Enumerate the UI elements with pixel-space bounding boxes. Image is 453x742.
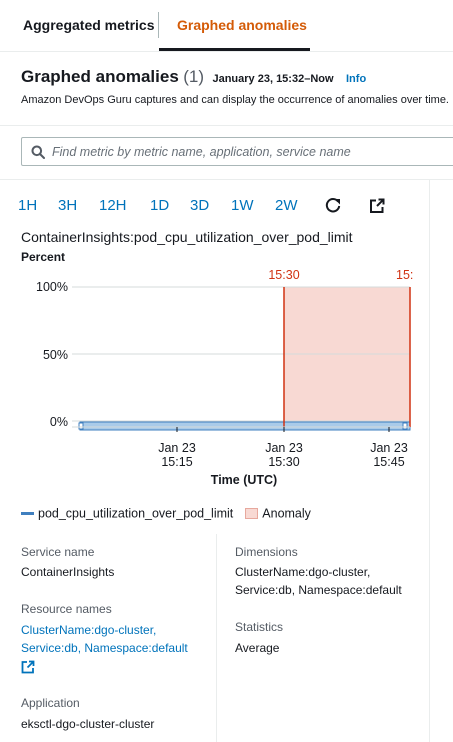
x-tick-label-date: Jan 23 [265,441,303,455]
dimensions-value: ClusterName:dgo-cluster, [235,565,371,579]
x-axis-label: Time (UTC) [211,473,277,487]
external-link-icon[interactable] [368,197,386,215]
application-label: Application [21,696,80,710]
title-row: Graphed anomalies (1) January 23, 15:32–… [21,67,366,87]
divider [0,125,453,126]
details-divider [216,534,217,742]
page-description: Amazon DevOps Guru captures and can disp… [21,94,449,106]
range-12h-button[interactable]: 12H [99,196,127,216]
resource-names-label: Resource names [21,602,112,616]
y-tick-label: 0% [50,415,68,429]
range-3h-button[interactable]: 3H [58,196,77,216]
y-tick-label: 100% [36,280,68,294]
range-1h-button[interactable]: 1H [18,196,37,216]
x-tick-label-date: Jan 23 [370,441,408,455]
anomaly-start-label: 15:30 [268,268,299,282]
tab-bar: Aggregated metrics Graphed anomalies [0,0,453,52]
info-link[interactable]: Info [346,73,366,85]
search-input[interactable] [52,141,452,163]
search-icon [31,145,45,159]
metric-name: ContainerInsights:pod_cpu_utilization_ov… [21,229,353,245]
range-1w-button[interactable]: 1W [231,196,254,216]
chart-legend: pod_cpu_utilization_over_pod_limit Anomal… [21,506,311,522]
series-start-marker [78,422,84,430]
x-tick-label-time: 15:15 [161,455,192,469]
series-end-marker [402,422,408,430]
page-title: Graphed anomalies [21,67,179,86]
divider [0,179,453,180]
series-legend-label: pod_cpu_utilization_over_pod_limit [38,506,234,521]
anomaly-end-label: 15: [396,268,413,282]
range-3d-button[interactable]: 3D [190,196,209,216]
service-name-label: Service name [21,545,95,559]
search-box [21,137,453,166]
anomaly-legend-swatch [245,508,259,520]
page-header: Graphed anomalies (1) January 23, 15:32–… [0,52,453,125]
tab-graphed-anomalies[interactable]: Graphed anomalies [177,0,307,50]
statistics-value: Average [235,641,280,655]
active-tab-indicator [159,48,310,51]
application-value: eksctl-dgo-cluster-cluster [21,717,155,731]
anomaly-count: (1) [183,67,205,86]
tab-aggregated-metrics[interactable]: Aggregated metrics [23,0,154,50]
anomaly-region [284,287,410,427]
series-band [79,421,411,431]
resource-names-link[interactable]: Service:db, Namespace:default [21,640,188,657]
statistics-label: Statistics [235,620,284,634]
range-2w-button[interactable]: 2W [275,196,298,216]
series-legend-swatch [21,512,34,516]
refresh-icon[interactable] [324,197,342,215]
y-tick-label: 50% [43,348,68,362]
tab-divider [158,12,159,38]
date-range: January 23, 15:32–Now [212,73,334,85]
dimensions-value: Service:db, Namespace:default [235,583,402,597]
x-tick-label-time: 15:45 [373,455,404,469]
x-tick-label-time: 15:30 [268,455,299,469]
resource-names-link[interactable]: ClusterName:dgo-cluster, [21,622,156,639]
anomaly-legend-label: Anomaly [262,506,311,521]
range-1d-button[interactable]: 1D [150,196,169,216]
service-name-value: ContainerInsights [21,565,115,579]
external-link-icon[interactable] [21,660,35,674]
dimensions-label: Dimensions [235,545,298,559]
anomaly-chart: 100% 50% 0% 15:30 15: Jan 23 15:15 Jan 2… [36,268,413,487]
x-tick-label-date: Jan 23 [158,441,196,455]
